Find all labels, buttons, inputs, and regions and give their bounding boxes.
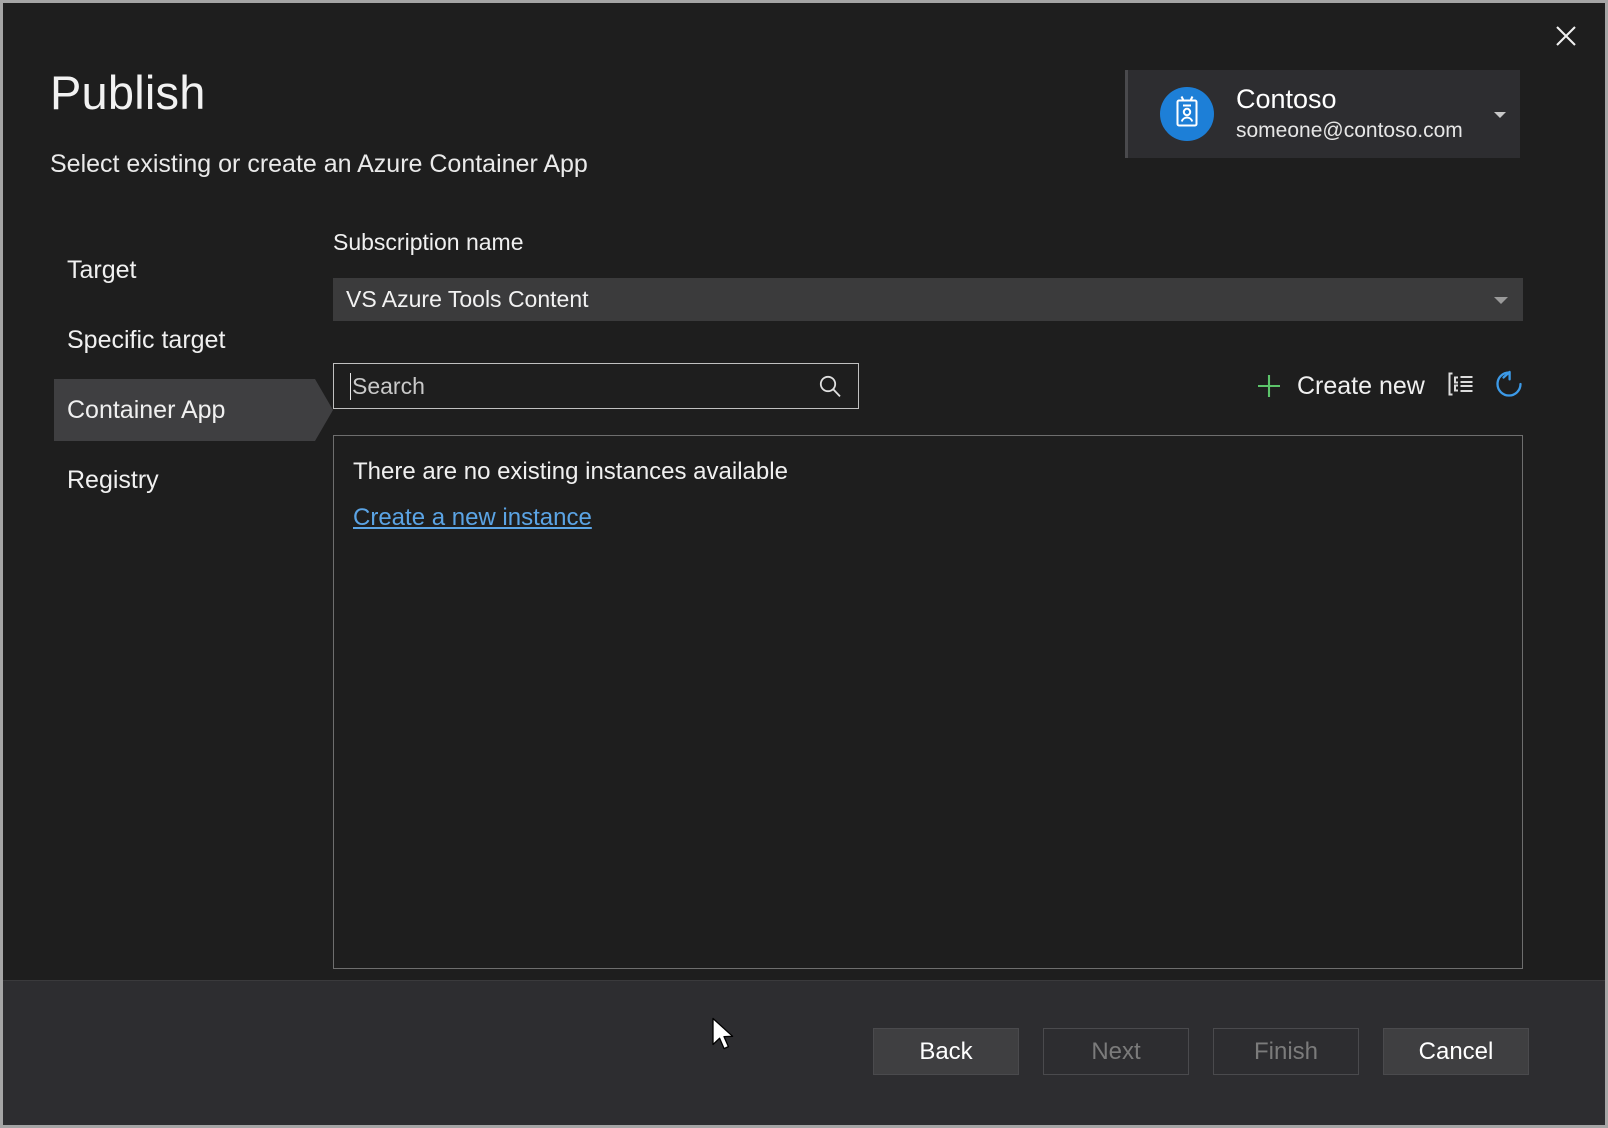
finish-button: Finish [1213,1028,1359,1075]
sidebar-item-label: Target [67,256,136,285]
empty-state-message: There are no existing instances availabl… [353,458,1522,487]
next-button: Next [1043,1028,1189,1075]
toolbar-row: Search Create new [333,363,1523,409]
sidebar-item-specific-target[interactable]: Specific target [54,309,315,371]
back-button-label: Back [919,1038,972,1066]
chevron-down-icon[interactable] [1494,112,1506,118]
refresh-icon [1492,367,1526,406]
chevron-down-icon [1494,297,1508,304]
page-subtitle: Select existing or create an Azure Conta… [50,149,588,179]
refresh-button[interactable] [1488,365,1530,407]
publish-dialog: Publish Select existing or create an Azu… [0,0,1608,1128]
tree-view-icon [1447,370,1475,403]
results-panel: There are no existing instances availabl… [333,435,1523,969]
finish-button-label: Finish [1254,1038,1318,1066]
account-badge[interactable]: Contoso someone@contoso.com [1125,70,1520,158]
next-button-label: Next [1091,1038,1140,1066]
id-badge-icon [1171,95,1203,134]
sidebar-item-registry[interactable]: Registry [54,449,315,511]
back-button[interactable]: Back [873,1028,1019,1075]
cancel-button-label: Cancel [1419,1038,1494,1066]
create-new-label: Create new [1297,372,1425,401]
page-title: Publish [50,69,206,116]
search-icon[interactable] [817,373,844,400]
footer: Back Next Finish Cancel [3,980,1605,1125]
avatar [1160,87,1214,141]
plus-icon [1255,372,1283,400]
tree-view-button[interactable] [1441,367,1481,405]
sidebar: Target Specific target Container App Reg… [54,239,315,519]
sidebar-item-label: Container App [67,396,225,425]
sidebar-item-container-app[interactable]: Container App [54,379,315,441]
close-button[interactable] [1543,15,1589,57]
footer-buttons: Back Next Finish Cancel [873,1028,1529,1075]
close-icon [1554,24,1578,48]
create-new-instance-link[interactable]: Create a new instance [353,504,592,533]
sidebar-item-label: Specific target [67,326,225,355]
subscription-value: VS Azure Tools Content [346,286,589,313]
account-text: Contoso someone@contoso.com [1236,84,1463,144]
text-caret [350,373,351,400]
create-new-button[interactable]: Create new [1255,365,1425,407]
account-email: someone@contoso.com [1236,117,1463,144]
search-placeholder: Search [352,373,817,400]
sidebar-item-target[interactable]: Target [54,239,315,301]
main-content: Subscription name VS Azure Tools Content… [333,231,1523,969]
cancel-button[interactable]: Cancel [1383,1028,1529,1075]
search-input[interactable]: Search [333,363,859,409]
sidebar-item-label: Registry [67,466,159,495]
account-name: Contoso [1236,84,1463,115]
subscription-label: Subscription name [333,231,1523,254]
subscription-dropdown[interactable]: VS Azure Tools Content [333,278,1523,321]
